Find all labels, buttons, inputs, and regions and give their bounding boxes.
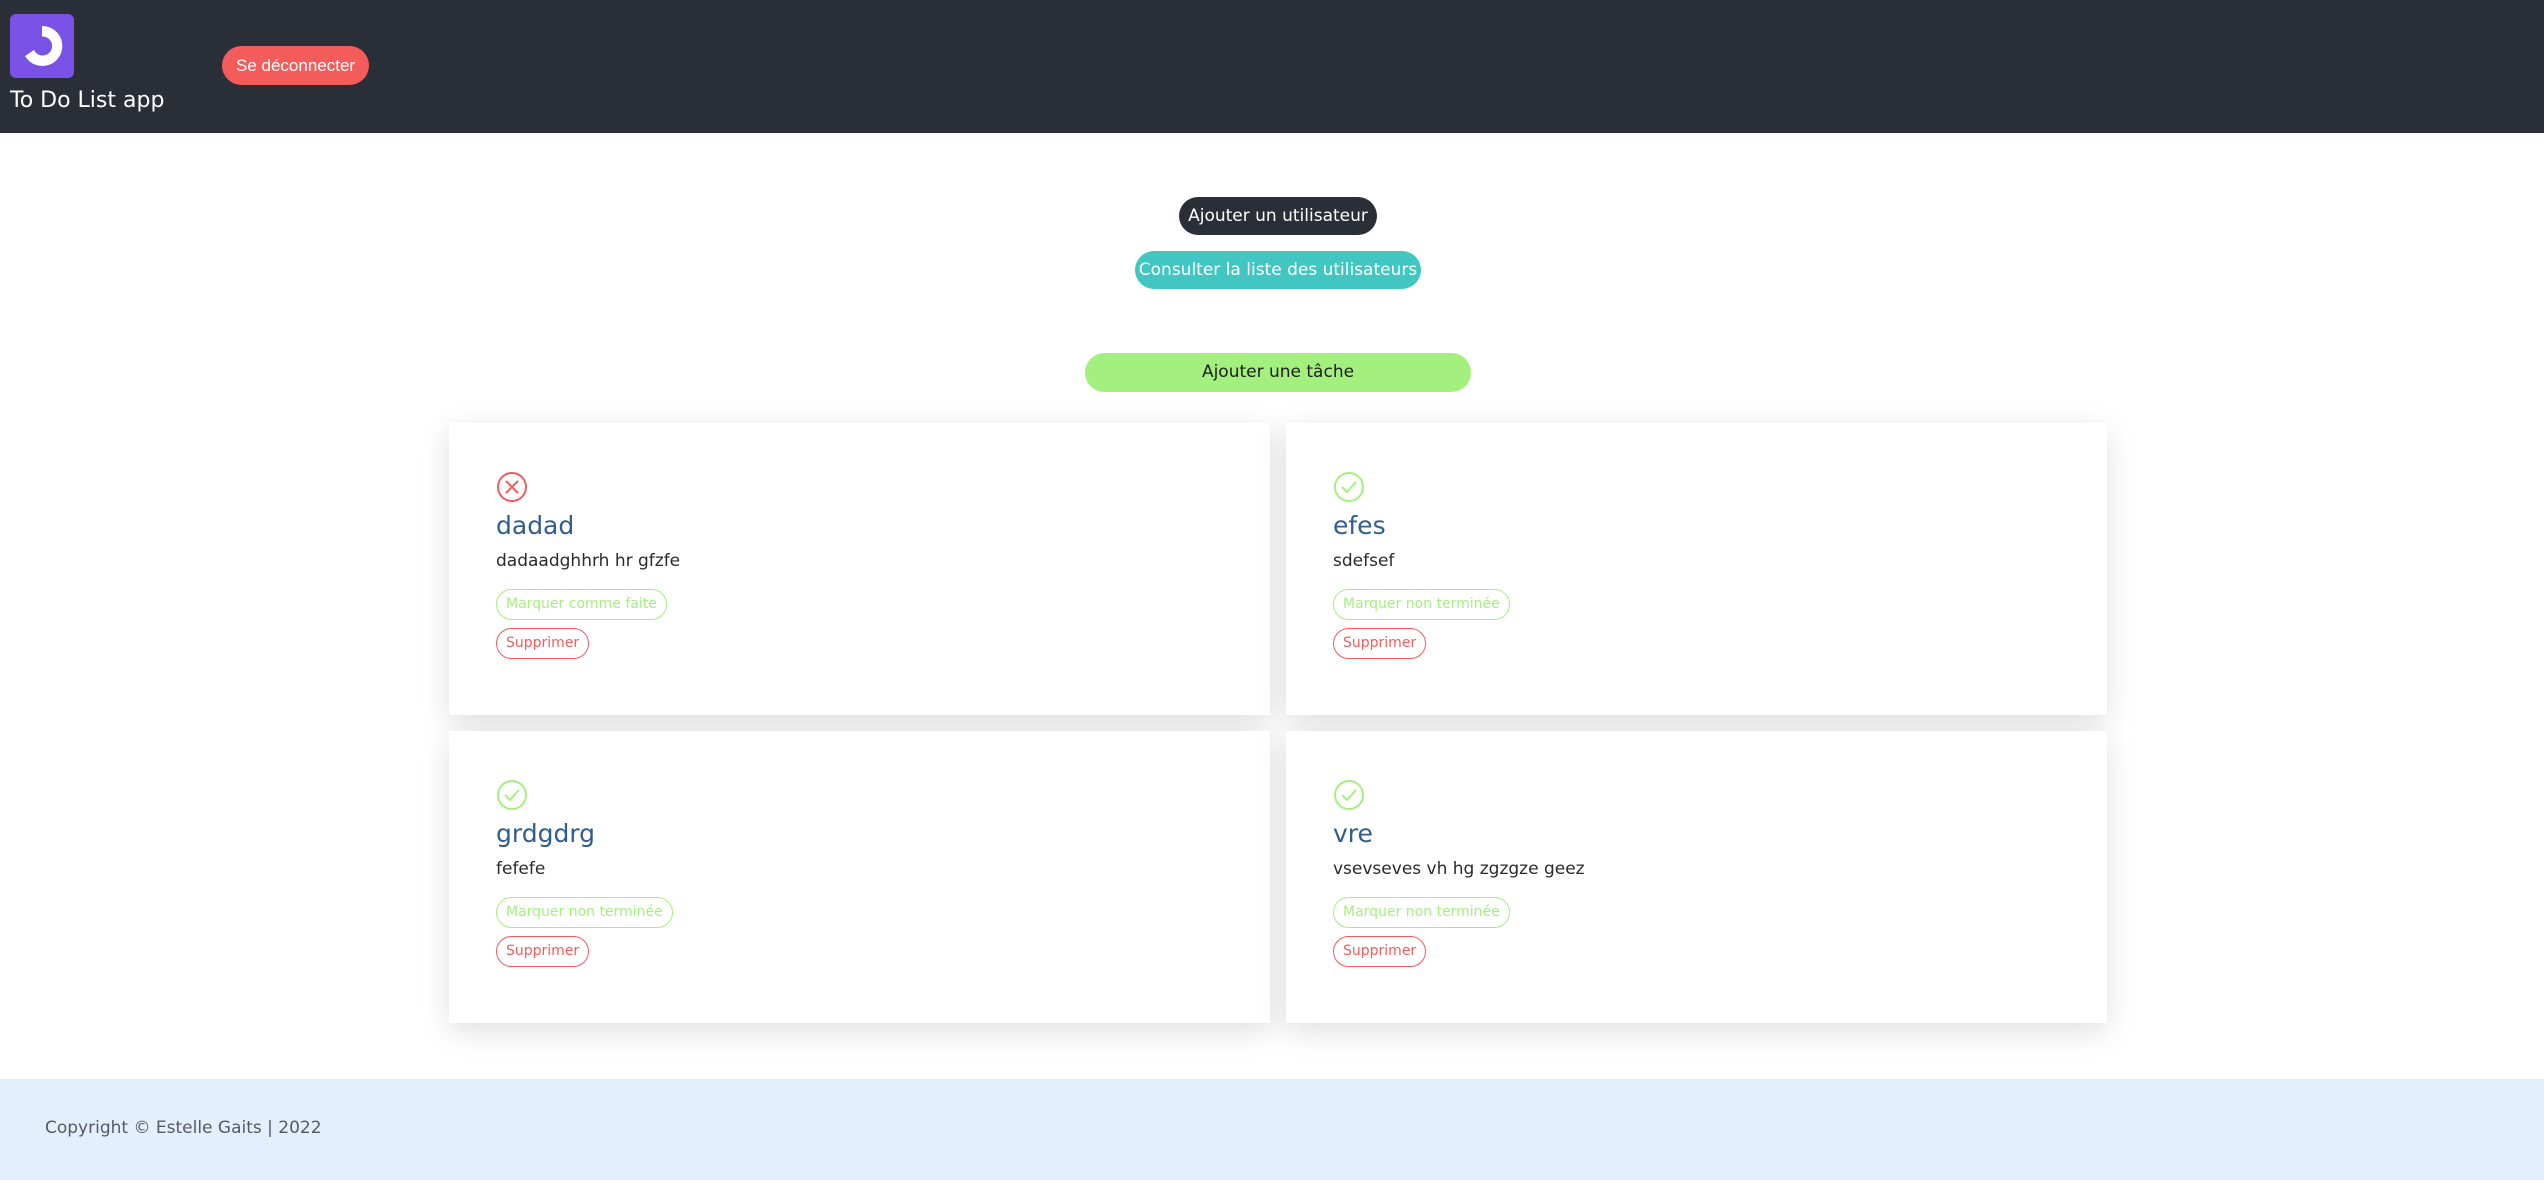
app-name: To Do List app xyxy=(10,88,165,113)
add-user-button[interactable]: Ajouter un utilisateur xyxy=(1179,197,1377,235)
task-description: sdefsef xyxy=(1333,551,1395,571)
task-title: vre xyxy=(1333,819,1373,848)
check-circle-icon xyxy=(496,779,528,811)
app-logo-icon[interactable] xyxy=(10,14,74,78)
list-users-button[interactable]: Consulter la liste des utilisateurs xyxy=(1135,251,1421,289)
x-circle-icon xyxy=(496,471,528,503)
task-title: grdgdrg xyxy=(496,819,596,848)
task-description: dadaadghhrh hr gfzfe xyxy=(496,551,681,571)
mark-undone-button[interactable]: Marquer non terminée xyxy=(1333,897,1510,928)
mark-undone-button[interactable]: Marquer non terminée xyxy=(496,897,673,928)
task-card: efes sdefsef Marquer non terminée Suppri… xyxy=(1286,423,2107,715)
copyright-text: Copyright © Estelle Gaits | 2022 xyxy=(45,1118,322,1138)
top-header: To Do List app Se déconnecter xyxy=(0,0,2544,133)
delete-task-button[interactable]: Supprimer xyxy=(1333,936,1427,967)
delete-task-button[interactable]: Supprimer xyxy=(496,628,590,659)
delete-task-button[interactable]: Supprimer xyxy=(1333,628,1427,659)
page-footer: Copyright © Estelle Gaits | 2022 xyxy=(0,1079,2544,1180)
mark-undone-button[interactable]: Marquer non terminée xyxy=(1333,589,1510,620)
add-task-button[interactable]: Ajouter une tâche xyxy=(1085,353,1471,392)
delete-task-button[interactable]: Supprimer xyxy=(496,936,590,967)
task-card: grdgdrg fefefe Marquer non terminée Supp… xyxy=(449,731,1270,1023)
check-circle-icon xyxy=(1333,471,1365,503)
check-circle-icon xyxy=(1333,779,1365,811)
task-description: fefefe xyxy=(496,859,546,879)
task-title: dadad xyxy=(496,511,575,540)
task-card: vre vsevseves vh hg zgzgze geez Marquer … xyxy=(1286,731,2107,1023)
task-title: efes xyxy=(1333,511,1386,540)
logout-button[interactable]: Se déconnecter xyxy=(222,46,370,85)
task-description: vsevseves vh hg zgzgze geez xyxy=(1333,859,1585,879)
task-card: dadad dadaadghhrh hr gfzfe Marquer comme… xyxy=(449,423,1270,715)
mark-done-button[interactable]: Marquer comme faite xyxy=(496,589,667,620)
